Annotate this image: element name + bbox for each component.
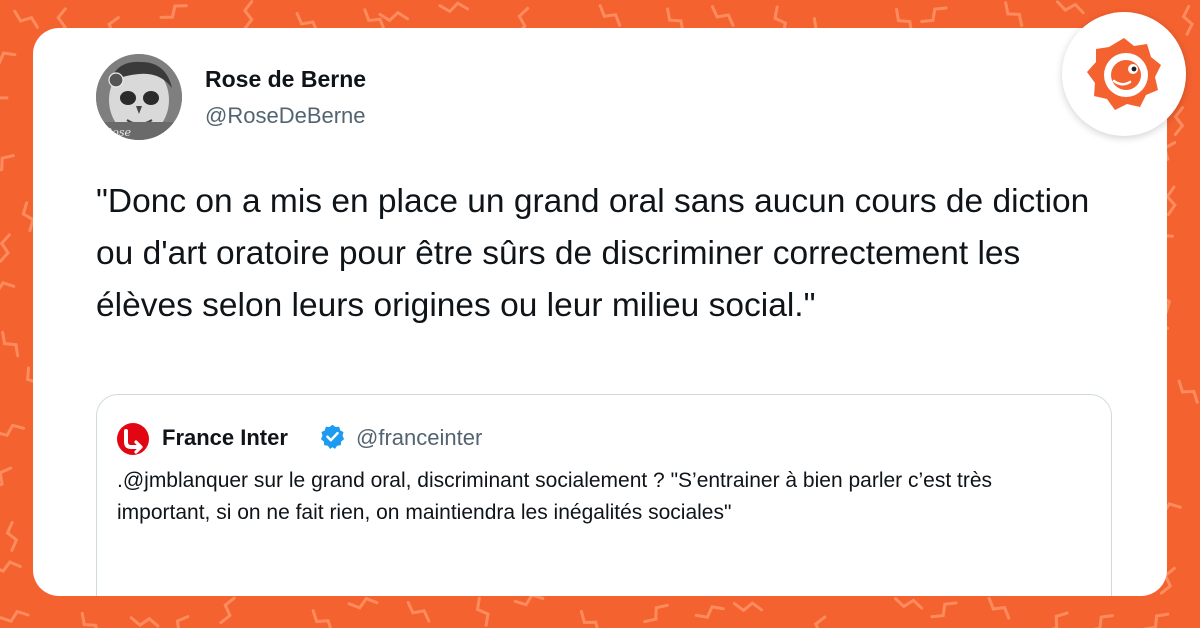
tweet-card: Rose Rose de Berne @RoseDeBerne "Donc on… <box>33 28 1167 596</box>
background-zigzag <box>0 154 15 172</box>
background-zigzag <box>813 615 827 628</box>
background-zigzag <box>987 596 1011 620</box>
background-zigzag <box>732 601 764 613</box>
background-zigzag <box>1092 614 1114 628</box>
background-zigzag <box>513 593 545 607</box>
background-zigzag <box>129 616 160 628</box>
quoted-tweet[interactable]: France Inter @franceinter .@jmblanquer s… <box>96 394 1112 596</box>
quoted-author-name[interactable]: France Inter <box>162 425 288 451</box>
background-zigzag <box>311 609 333 628</box>
background-zigzag <box>5 520 19 552</box>
background-zigzag <box>1181 4 1194 36</box>
background-zigzag <box>598 4 622 27</box>
background-zigzag <box>0 466 13 487</box>
avatar[interactable]: Rose <box>96 54 182 140</box>
verified-badge-icon <box>320 424 345 449</box>
author-name[interactable]: Rose de Berne <box>205 66 366 93</box>
background-zigzag <box>175 615 190 628</box>
brand-badge[interactable] <box>1062 12 1186 136</box>
background-zigzag <box>920 6 948 23</box>
background-zigzag <box>80 611 98 628</box>
background-zigzag <box>21 201 35 233</box>
background-zigzag <box>347 596 379 610</box>
author-handle[interactable]: @RoseDeBerne <box>205 103 366 129</box>
quoted-author-handle[interactable]: @franceinter <box>356 425 482 451</box>
tweet-text: "Donc on a mis en place un grand oral sa… <box>96 183 1090 324</box>
background-zigzag <box>1 330 20 358</box>
background-zigzag <box>0 280 16 291</box>
background-zigzag <box>0 233 11 263</box>
background-zigzag <box>363 8 386 32</box>
background-zigzag <box>1173 106 1185 137</box>
background-zigzag <box>893 597 924 610</box>
background-zigzag <box>406 600 431 623</box>
background-zigzag <box>0 560 22 573</box>
background-zigzag <box>1004 1 1024 28</box>
background-zigzag <box>1177 379 1199 404</box>
background-zigzag <box>0 96 9 100</box>
background-zigzag <box>438 1 470 14</box>
background-zigzag <box>242 0 254 31</box>
background-zigzag <box>930 601 958 619</box>
background-zigzag <box>1143 612 1170 628</box>
background-zigzag <box>0 609 30 623</box>
background-zigzag <box>710 5 735 27</box>
background-zigzag <box>219 596 236 625</box>
background-zigzag <box>1050 611 1069 628</box>
background-zigzag <box>694 605 725 619</box>
background-zigzag <box>579 609 599 628</box>
background-zigzag <box>0 51 17 66</box>
quoted-tweet-text: .@jmblanquer sur le grand oral, discrimi… <box>117 469 993 524</box>
background-zigzag <box>643 603 669 624</box>
background-zigzag <box>159 4 188 19</box>
background-zigzag <box>0 423 26 438</box>
background-zigzag <box>1056 0 1085 15</box>
background-zigzag <box>1165 185 1177 216</box>
svg-text:Rose: Rose <box>103 126 132 139</box>
background-zigzag <box>378 10 410 23</box>
avatar-portrait-icon: Rose <box>96 54 182 140</box>
france-inter-logo-icon <box>117 423 149 455</box>
background-zigzag <box>13 9 39 29</box>
background-zigzag <box>475 596 490 627</box>
brand-mascot-icon <box>1087 38 1161 110</box>
